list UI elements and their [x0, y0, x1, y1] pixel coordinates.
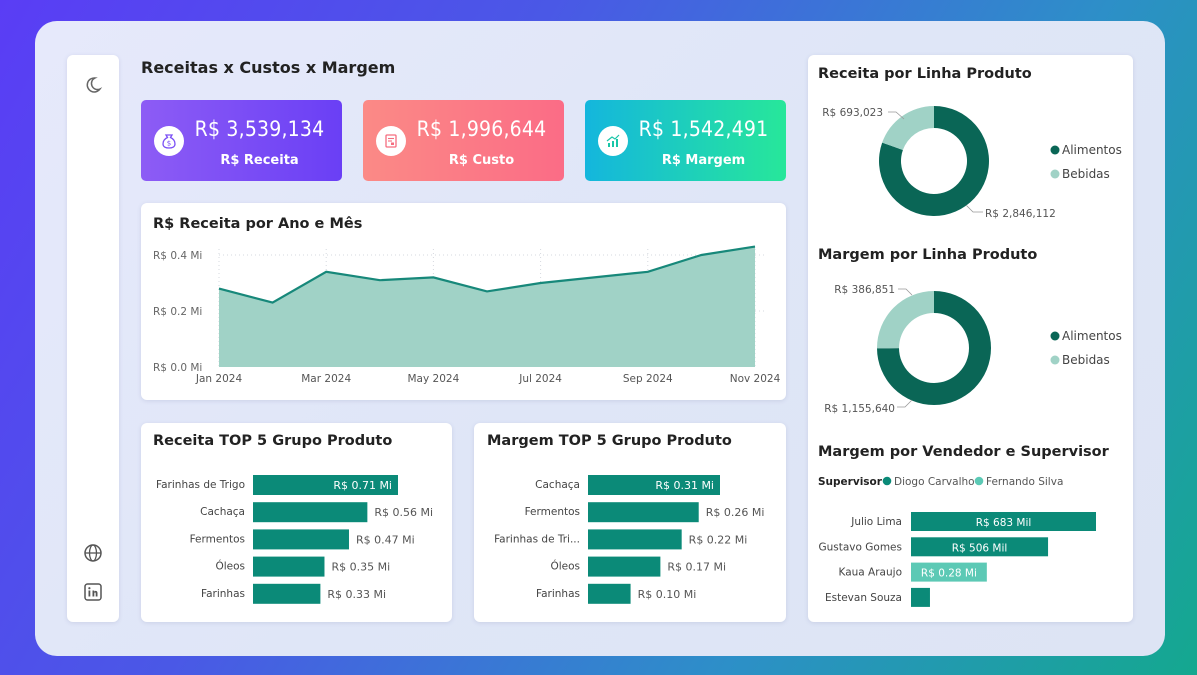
donut-slice: [882, 106, 934, 150]
data-label: R$ 0.28 Mi: [921, 568, 977, 580]
legend-marker: [1050, 145, 1060, 155]
revenue-line-card: R$ Receita por Ano e Mês R$ 0.0 Mi R$ 0.2…: [141, 203, 786, 400]
data-label: R$ 0.17 Mi: [667, 561, 726, 574]
category-label: Cachaça: [200, 506, 245, 518]
category-label: Farinhas de Tri...: [494, 533, 580, 545]
category-label: Kaua Araujo: [839, 567, 903, 579]
data-label: R$ 0.56 Mi: [374, 506, 433, 519]
bar: [253, 529, 349, 550]
top5-margin-card: Margem TOP 5 Grupo Produto Cachaça R$ 0.3…: [474, 423, 786, 622]
y-tick-label: R$ 0.2 Mi: [153, 306, 202, 318]
category-label: Farinhas de Trigo: [156, 479, 245, 491]
top5-revenue-chart: Farinhas de Trigo R$ 0.71 Mi Cachaça R$ 0.5…: [156, 475, 433, 604]
growth-chart-icon: [598, 126, 628, 156]
data-label: R$ 0.47 Mi: [356, 533, 415, 546]
leader-line: [898, 288, 913, 296]
data-label: R$ 0.26 Mi: [706, 506, 765, 519]
category-label: Gustavo Gomes: [818, 541, 902, 553]
data-label: R$ 0.35 Mi: [331, 561, 390, 574]
legend-marker: [974, 476, 984, 486]
legend-title: Supervisor: [818, 476, 883, 488]
bar: [588, 502, 699, 523]
data-label: R$ 0.33 Mi: [327, 588, 386, 601]
bar: [253, 502, 368, 523]
kpi-value: R$ 3,539,134: [194, 117, 325, 141]
data-label: R$ 0.31 Mi: [655, 479, 714, 492]
kpi-value: R$ 1,996,644: [416, 117, 547, 141]
page-title: Receitas x Custos x Margem: [141, 58, 396, 77]
category-label: Farinhas: [201, 588, 245, 600]
data-label: R$ 0.22 Mi: [689, 533, 748, 546]
globe-icon[interactable]: [82, 542, 104, 564]
kpi-card-custo: R$ 1,996,644 R$ Custo: [363, 100, 564, 181]
category-label: Óleos: [550, 560, 580, 573]
category-label: Óleos: [215, 560, 245, 573]
linkedin-icon[interactable]: [82, 581, 104, 603]
bar: [911, 587, 930, 607]
legend-label: Alimentos: [1062, 143, 1122, 157]
leader-line: [897, 399, 913, 408]
moon-icon[interactable]: [82, 74, 104, 96]
x-tick-label: May 2024: [408, 373, 460, 385]
leader-line: [965, 204, 983, 213]
area-fill: [219, 246, 755, 367]
kpi-card-receita: $ R$ 3,539,134 R$ Receita: [141, 100, 342, 181]
x-tick-label: Jan 2024: [195, 373, 243, 385]
x-tick-label: Nov 2024: [730, 373, 781, 385]
data-label: R$ 0.10 Mi: [638, 588, 697, 601]
bar: [588, 529, 682, 550]
invoice-icon: [376, 126, 406, 156]
legend-label: Diogo Carvalho: [894, 476, 975, 488]
kpi-label: R$ Margem: [661, 153, 746, 168]
category-label: Fermentos: [190, 533, 245, 545]
right-charts: R$ 2,846,112 R$ 693,023 Alimentos Bebidas R$…: [818, 106, 1122, 607]
money-bag-icon: $: [154, 126, 184, 156]
data-label: R$ 386,851: [834, 284, 895, 296]
revenue-area-chart: R$ 0.0 MiR$ 0.2 MiR$ 0.4 MiJan 2024 Mar 2…: [153, 245, 781, 385]
legend-label: Alimentos: [1062, 329, 1122, 343]
y-tick-label: R$ 0.4 Mi: [153, 250, 202, 262]
legend-label: Bebidas: [1062, 353, 1110, 367]
x-tick-label: Sep 2024: [623, 373, 673, 385]
legend-marker: [1050, 331, 1060, 341]
right-panel: Receita por Linha Produto Margem por Lin…: [808, 55, 1133, 622]
bar: [253, 583, 321, 604]
data-label: R$ 506 Mil: [952, 542, 1008, 554]
category-label: Estevan Souza: [825, 592, 902, 604]
bar: [253, 556, 325, 577]
data-label: R$ 0.71 Mi: [333, 479, 392, 492]
bar: [588, 583, 631, 604]
x-tick-label: Mar 2024: [301, 373, 351, 385]
data-label: R$ 693,023: [822, 107, 883, 119]
legend-marker: [882, 476, 892, 486]
category-label: Fermentos: [525, 506, 580, 518]
kpi-card-margem: R$ 1,542,491 R$ Margem: [585, 100, 786, 181]
category-label: Farinhas: [536, 588, 580, 600]
nav-rail: [67, 55, 119, 622]
x-tick-label: Jul 2024: [518, 373, 562, 385]
data-label: R$ 2,846,112: [985, 208, 1056, 220]
legend-label: Fernando Silva: [986, 476, 1063, 488]
kpi-label: R$ Receita: [220, 153, 299, 168]
legend-label: Bebidas: [1062, 167, 1110, 181]
bar: [588, 556, 661, 577]
kpi-label: R$ Custo: [448, 153, 515, 168]
svg-text:$: $: [167, 140, 171, 148]
donut-slice: [877, 291, 934, 349]
legend-marker: [1050, 169, 1060, 179]
legend-marker: [1050, 355, 1060, 365]
top5-revenue-card: Receita TOP 5 Grupo Produto Farinhas de …: [141, 423, 452, 622]
data-label: R$ 1,155,640: [824, 403, 895, 415]
category-label: Cachaça: [535, 479, 580, 491]
kpi-value: R$ 1,542,491: [638, 117, 769, 141]
top5-margin-chart: Cachaça R$ 0.31 Mi Fermentos R$ 0.26 Mi Fari…: [494, 475, 765, 604]
category-label: Julio Lima: [850, 516, 902, 528]
data-label: R$ 683 Mil: [976, 517, 1032, 529]
